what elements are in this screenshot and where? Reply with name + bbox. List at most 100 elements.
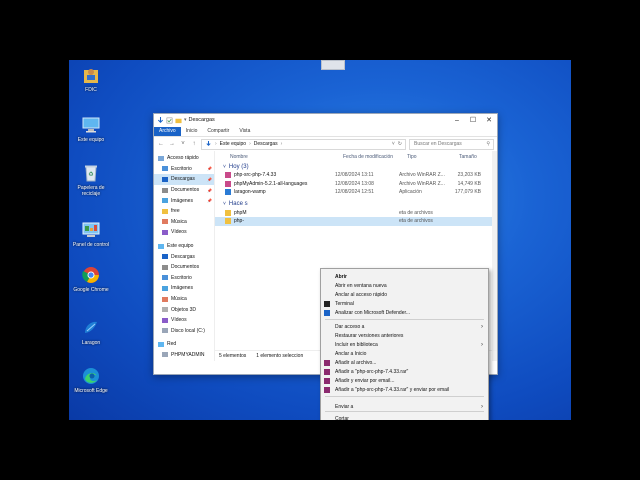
pin-icon: 📌 <box>207 166 212 172</box>
download-arrow-icon[interactable] <box>157 116 164 124</box>
sidebar-item[interactable]: Música <box>154 294 214 305</box>
sidebar-item[interactable]: Documentos <box>154 262 214 273</box>
status-item-count: 5 elementos <box>219 353 247 359</box>
column-tipo[interactable]: Tipo <box>407 154 459 160</box>
sidebar-item[interactable]: Música <box>154 217 214 228</box>
menu-item[interactable]: Abrir <box>321 272 488 281</box>
sidebar-item[interactable]: Descargas 📌 <box>154 174 214 185</box>
sidebar-item[interactable]: Objetos 3D <box>154 304 214 315</box>
sidebar-item[interactable]: Este equipo <box>154 241 214 252</box>
sidebar-item[interactable]: Imágenes 📌 <box>154 195 214 206</box>
file-name: php- <box>234 218 245 225</box>
folder-icon <box>162 187 168 193</box>
menu-item[interactable]: Terminal <box>321 299 488 308</box>
sidebar-item[interactable]: PHPMYADMIN <box>154 350 214 361</box>
file-row[interactable]: laragon-wamp 12/08/2024 12:51 Aplicación 17… <box>215 188 497 197</box>
group-label: Hoy (3) <box>228 163 249 170</box>
refresh-icon[interactable]: ↻ <box>398 141 402 147</box>
menu-item[interactable]: Añadir y enviar por email... <box>321 376 488 385</box>
breadcrumb-este-equipo[interactable]: Este equipo <box>220 141 246 147</box>
folder-icon <box>162 317 168 323</box>
menu-item[interactable]: Anclar al acceso rápido <box>321 290 488 299</box>
sidebar-item[interactable]: Escritorio <box>154 273 214 284</box>
desktop-icon-label: Microsoft Edge <box>74 388 108 394</box>
winrar-icon <box>324 386 330 393</box>
file-row[interactable]: php-eta de archivos <box>215 217 497 226</box>
desktop-icon-label: Panel de control <box>72 242 110 248</box>
desktop-icon-panel-control[interactable]: Panel de control <box>69 220 113 248</box>
address-dropdown-icon[interactable]: ˅ <box>392 141 395 147</box>
sidebar-item[interactable]: free <box>154 206 214 217</box>
recent-chevron-icon[interactable]: ˅ <box>179 141 187 147</box>
search-input[interactable]: Buscar en Descargas ⚲ <box>409 138 494 150</box>
column-nombre[interactable]: Nombre <box>230 154 343 160</box>
sidebar-item[interactable]: Escritorio 📌 <box>154 164 214 175</box>
menu-item[interactable]: Anclar a Inicio <box>321 349 488 358</box>
desktop-icon-label: FDIC <box>85 87 97 93</box>
desktop-icon-edge[interactable]: Microsoft Edge <box>69 366 113 394</box>
group-label: Hace s <box>228 201 248 207</box>
sidebar-item-label: PHPMYADMIN <box>171 351 205 358</box>
sidebar-item[interactable]: Documentos 📌 <box>154 185 214 196</box>
menu-item[interactable]: Restaurar versiones anteriores <box>321 331 488 340</box>
tab-vista[interactable]: Vista <box>234 127 255 136</box>
breadcrumb-descargas[interactable]: Descargas <box>254 141 278 147</box>
column-fecha[interactable]: Fecha de modificación <box>343 154 407 160</box>
menu-item[interactable]: Analizar con Microsoft Defender... <box>321 308 488 317</box>
desktop-icon-laragon[interactable]: Laragon <box>69 318 113 346</box>
menu-item[interactable]: Dar acceso a › <box>321 322 488 331</box>
maximize-button[interactable]: ☐ <box>465 114 481 126</box>
sidebar-item[interactable]: Vídeos <box>154 227 214 238</box>
desktop-icon-label: Papelera de reciclaje <box>77 185 105 197</box>
tab-compartir[interactable]: Compartir <box>202 127 234 136</box>
archive-icon <box>225 189 231 196</box>
close-button[interactable]: ✕ <box>481 114 497 126</box>
desktop-icon-este-equipo[interactable]: Este equipo <box>69 115 113 143</box>
file-row[interactable]: php-src-php-7.4.33 12/08/2024 13:11 Archiv… <box>215 171 497 180</box>
tab-inicio[interactable]: Inicio <box>181 127 203 136</box>
up-arrow-icon[interactable]: ↑ <box>190 141 198 147</box>
sidebar-item[interactable]: Acceso rápido <box>154 153 214 164</box>
menu-item[interactable]: Añadir a "php-src-php-7.4.33.rar" <box>321 367 488 376</box>
menu-item[interactable]: Abrir en ventana nueva <box>321 281 488 290</box>
menu-item[interactable]: Enviar a › <box>321 402 488 411</box>
folder-icon[interactable] <box>175 117 182 124</box>
desktop-icon-fdic[interactable]: FDIC <box>69 65 113 93</box>
sidebar-item-label: Documentos <box>171 264 200 271</box>
desktop-icon-papelera[interactable]: ♻ Papelera de reciclaje <box>69 163 113 197</box>
forward-arrow-icon[interactable]: → <box>168 141 176 147</box>
menu-separator <box>325 396 484 397</box>
download-folder-icon <box>206 141 211 147</box>
file-name: phpM <box>234 209 247 216</box>
back-arrow-icon[interactable]: ← <box>157 141 165 147</box>
minimize-button[interactable]: – <box>449 114 465 126</box>
menu-item-label: Abrir en ventana nueva <box>335 282 387 289</box>
group-header-today[interactable]: ˅ Hoy (3) <box>215 162 497 171</box>
tab-archivo[interactable]: Archivo <box>154 127 181 136</box>
menu-item-label: Dar acceso a <box>335 323 365 330</box>
sidebar-item[interactable]: Descargas <box>154 251 214 262</box>
menu-item[interactable]: Cortar <box>321 414 488 421</box>
file-row[interactable]: phpM eta de archivos <box>215 209 497 218</box>
navigation-pane: Acceso rápido Escritorio 📌 Descargas 📌 Docume… <box>154 151 215 361</box>
desktop-icon-chrome[interactable]: Google Chrome <box>69 265 113 293</box>
column-headers: Nombre Fecha de modificación Tipo Tamaño <box>215 151 497 162</box>
menu-item[interactable]: Añadir a "php-src-php-7.4.33.rar" y envi… <box>321 385 488 394</box>
sidebar-item[interactable]: Imágenes <box>154 283 214 294</box>
group-header-earlier[interactable]: ˅ Hace s <box>215 200 497 209</box>
file-name: phpMyAdmin-5.2.1-all-languages <box>234 180 308 187</box>
folder-icon <box>158 341 164 347</box>
file-row[interactable]: phpMyAdmin-5.2.1-all-languages 12/08/2024… <box>215 180 497 189</box>
sidebar-item[interactable]: Disco local (C:) <box>154 326 214 337</box>
address-bar[interactable]: › Este equipo › Descargas › ˅ ↻ <box>201 138 406 150</box>
customize-toolbar-icon[interactable]: ▾ <box>184 117 187 123</box>
vertical-scrollbar[interactable] <box>492 151 497 361</box>
sidebar-item[interactable]: Vídeos <box>154 315 214 326</box>
column-tamano[interactable]: Tamaño <box>459 154 477 160</box>
sidebar-item[interactable]: Red <box>154 339 214 350</box>
properties-icon[interactable] <box>166 117 173 124</box>
breadcrumb-separator: › <box>280 141 283 147</box>
menu-item[interactable]: Añadir al archivo... <box>321 358 488 367</box>
desktop-icon-label: Google Chrome <box>73 287 109 293</box>
menu-item[interactable]: Incluir en biblioteca › <box>321 340 488 349</box>
